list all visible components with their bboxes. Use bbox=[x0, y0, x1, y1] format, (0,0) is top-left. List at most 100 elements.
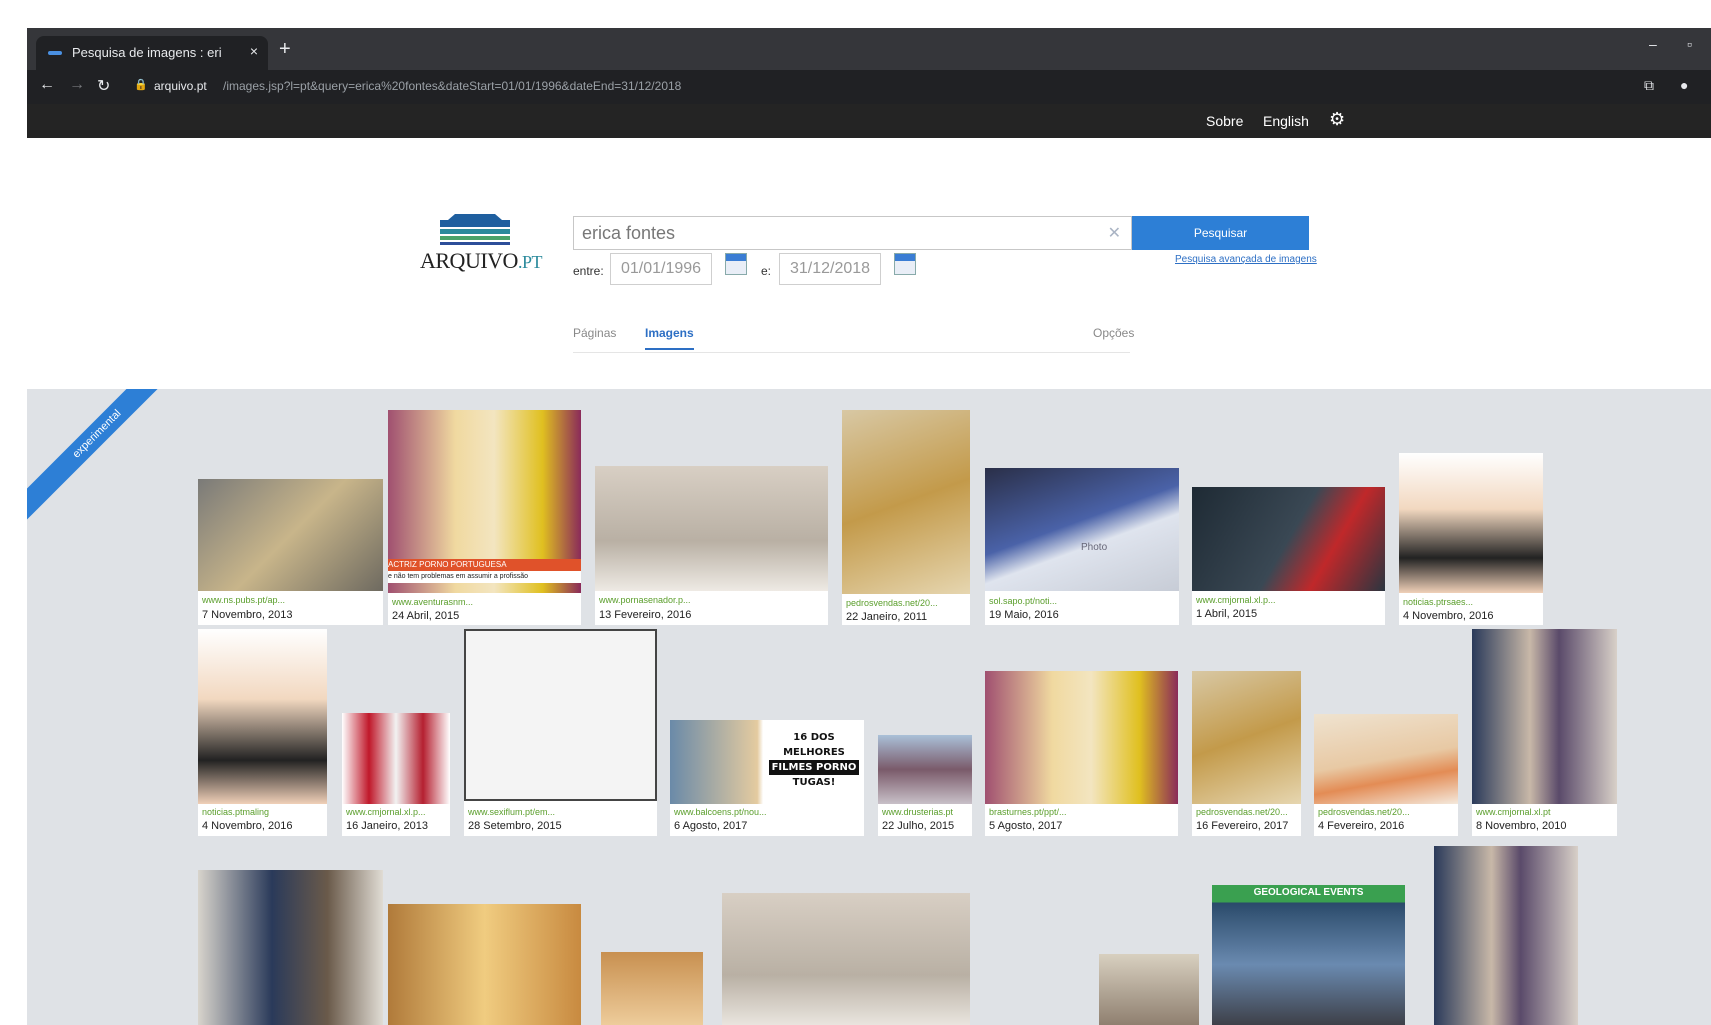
back-icon[interactable]: ← bbox=[39, 76, 55, 94]
result-thumbnail[interactable] bbox=[198, 479, 383, 591]
result-card[interactable]: www.cmjornal.xl.pt 8 Novembro, 2010 bbox=[1472, 629, 1617, 836]
result-card[interactable]: www.drusterias.pt 22 Julho, 2015 bbox=[878, 735, 972, 836]
image-results: experimental www.ns.pubs.pt/ap... 7 Nove… bbox=[27, 389, 1711, 1025]
clear-search-icon[interactable]: ✕ bbox=[1108, 223, 1121, 243]
result-thumbnail[interactable]: 16 DOS MELHORES FILMES PORNO TUGAS! bbox=[670, 720, 864, 804]
result-card[interactable]: Photo sol.sapo.pt/noti... 19 Maio, 2016 bbox=[985, 468, 1179, 625]
result-thumbnail[interactable] bbox=[198, 629, 327, 804]
result-thumbnail[interactable]: Photo bbox=[985, 468, 1179, 591]
result-thumbnail[interactable] bbox=[878, 735, 972, 804]
address-bar[interactable]: 🔒 arquivo.pt /images.jsp?l=pt&query=eric… bbox=[130, 74, 1580, 100]
result-card[interactable]: www.pornasenador.p... 13 Fevereiro, 2016 bbox=[595, 466, 828, 625]
result-thumbnail[interactable] bbox=[1099, 954, 1199, 1025]
result-source[interactable]: pedrosvendas.net/20... bbox=[846, 598, 968, 608]
result-date: 28 Setembro, 2015 bbox=[468, 820, 562, 832]
result-thumbnail[interactable] bbox=[388, 904, 581, 1025]
result-source[interactable]: www.drusterias.pt bbox=[882, 807, 970, 817]
result-card[interactable]: www.sexiflum.pt/em... 28 Setembro, 2015 bbox=[464, 629, 657, 836]
result-card[interactable] bbox=[1099, 954, 1199, 1025]
result-thumbnail[interactable] bbox=[1314, 714, 1458, 804]
result-card[interactable]: noticias.ptmaling 4 Novembro, 2016 bbox=[198, 629, 327, 836]
tab-options[interactable]: Opções bbox=[1093, 326, 1134, 340]
date-end-field[interactable]: 31/12/2018 bbox=[779, 253, 881, 285]
result-source[interactable]: pedrosvendas.net/20... bbox=[1318, 807, 1456, 817]
date-start-field[interactable]: 01/01/1996 bbox=[610, 253, 712, 285]
result-card[interactable]: www.cmjornal.xl.p... 16 Janeiro, 2013 bbox=[342, 713, 450, 836]
result-card[interactable]: www.cmjornal.xl.p... 1 Abril, 2015 bbox=[1192, 487, 1385, 625]
result-card[interactable]: www.ns.pubs.pt/ap... 7 Novembro, 2013 bbox=[198, 479, 383, 625]
result-source[interactable]: www.sexiflum.pt/em... bbox=[468, 807, 655, 817]
browser-tab[interactable]: Pesquisa de imagens : eri × bbox=[36, 36, 268, 70]
result-thumbnail[interactable] bbox=[595, 466, 828, 591]
result-thumbnail[interactable] bbox=[985, 671, 1178, 804]
result-card[interactable] bbox=[388, 904, 581, 1025]
result-source[interactable]: noticias.ptrsaes... bbox=[1403, 597, 1541, 607]
calendar-end-icon[interactable] bbox=[894, 253, 916, 275]
result-thumbnail[interactable] bbox=[601, 952, 703, 1025]
minimize-button[interactable]: – bbox=[1649, 36, 1657, 52]
gear-icon[interactable]: ⚙ bbox=[1329, 109, 1345, 130]
search-input[interactable] bbox=[574, 217, 1090, 250]
result-date: 22 Janeiro, 2011 bbox=[846, 611, 928, 623]
result-card[interactable]: noticias.ptrsaes... 4 Novembro, 2016 bbox=[1399, 453, 1543, 625]
result-date: 6 Agosto, 2017 bbox=[674, 820, 748, 832]
result-source[interactable]: brasturnes.pt/ppt/... bbox=[989, 807, 1176, 817]
result-source[interactable]: www.cmjornal.xl.p... bbox=[1196, 595, 1383, 605]
result-card[interactable]: pedrosvendas.net/20... 22 Janeiro, 2011 bbox=[842, 410, 970, 625]
result-source[interactable]: www.balcoens.pt/nou... bbox=[674, 807, 862, 817]
reload-icon[interactable]: ↻ bbox=[97, 76, 110, 96]
result-card[interactable]: 16 DOS MELHORES FILMES PORNO TUGAS! www.… bbox=[670, 720, 864, 836]
result-card[interactable] bbox=[198, 870, 383, 1025]
result-card[interactable] bbox=[722, 893, 970, 1025]
result-card[interactable]: pedrosvendas.net/20... 4 Fevereiro, 2016 bbox=[1314, 714, 1458, 836]
result-thumbnail[interactable] bbox=[1192, 487, 1385, 591]
result-source[interactable]: sol.sapo.pt/noti... bbox=[989, 596, 1177, 606]
new-tab-button[interactable]: + bbox=[279, 38, 291, 61]
result-thumbnail[interactable] bbox=[198, 870, 383, 1025]
result-source[interactable]: www.cmjornal.xl.pt bbox=[1476, 807, 1615, 817]
url-host: arquivo.pt bbox=[154, 79, 207, 93]
result-date: 16 Fevereiro, 2017 bbox=[1196, 820, 1289, 832]
result-source[interactable]: www.ns.pubs.pt/ap... bbox=[202, 595, 381, 605]
result-card[interactable] bbox=[1434, 846, 1578, 1025]
browser-toolbar: ← → ↻ 🔒 arquivo.pt /images.jsp?l=pt&quer… bbox=[27, 70, 1711, 104]
result-thumbnail[interactable] bbox=[1434, 846, 1578, 1025]
result-source[interactable]: www.cmjornal.xl.p... bbox=[346, 807, 448, 817]
result-source[interactable]: noticias.ptmaling bbox=[202, 807, 325, 817]
lock-icon: 🔒 bbox=[134, 79, 148, 91]
result-card[interactable]: brasturnes.pt/ppt/... 5 Agosto, 2017 bbox=[985, 671, 1178, 836]
result-card[interactable]: pedrosvendas.net/20... 16 Fevereiro, 201… bbox=[1192, 671, 1301, 836]
result-thumbnail[interactable]: ACTRIZ PORNO PORTUGUESA e não tem proble… bbox=[388, 410, 581, 593]
close-tab-icon[interactable]: × bbox=[250, 43, 258, 59]
thumb-banner: ACTRIZ PORNO PORTUGUESA bbox=[388, 559, 581, 571]
tab-pages[interactable]: Páginas bbox=[573, 326, 616, 340]
language-link[interactable]: English bbox=[1263, 113, 1309, 129]
result-thumbnail[interactable] bbox=[722, 893, 970, 1025]
result-card[interactable]: GEOLOGICAL EVENTS bbox=[1212, 885, 1405, 1025]
maximize-button[interactable]: ▫ bbox=[1687, 36, 1692, 52]
from-label: entre: bbox=[573, 264, 604, 278]
about-link[interactable]: Sobre bbox=[1206, 113, 1243, 129]
result-source[interactable]: www.aventurasnm... bbox=[392, 597, 579, 607]
result-thumbnail[interactable]: GEOLOGICAL EVENTS bbox=[1212, 885, 1405, 1025]
search-button[interactable]: Pesquisar bbox=[1132, 216, 1309, 250]
forward-icon[interactable]: → bbox=[69, 76, 85, 94]
translate-icon[interactable]: ⧉ bbox=[1644, 77, 1654, 94]
result-thumbnail[interactable] bbox=[842, 410, 970, 594]
result-source[interactable]: www.pornasenador.p... bbox=[599, 595, 826, 605]
tab-images[interactable]: Imagens bbox=[645, 326, 694, 350]
result-thumbnail[interactable] bbox=[1472, 629, 1617, 804]
result-thumbnail[interactable] bbox=[1192, 671, 1301, 804]
advanced-search-link[interactable]: Pesquisa avançada de imagens bbox=[1175, 254, 1317, 265]
profile-icon[interactable]: ● bbox=[1680, 77, 1688, 93]
result-thumbnail[interactable] bbox=[1399, 453, 1543, 593]
result-date: 4 Fevereiro, 2016 bbox=[1318, 820, 1405, 832]
result-thumbnail[interactable] bbox=[464, 629, 657, 801]
result-card[interactable]: ACTRIZ PORNO PORTUGUESA e não tem proble… bbox=[388, 410, 581, 625]
result-card[interactable] bbox=[601, 952, 703, 1025]
result-thumbnail[interactable] bbox=[342, 713, 450, 804]
result-source[interactable]: pedrosvendas.net/20... bbox=[1196, 807, 1299, 817]
favicon-icon bbox=[48, 51, 62, 55]
to-label: e: bbox=[761, 264, 772, 278]
calendar-start-icon[interactable] bbox=[725, 253, 747, 275]
